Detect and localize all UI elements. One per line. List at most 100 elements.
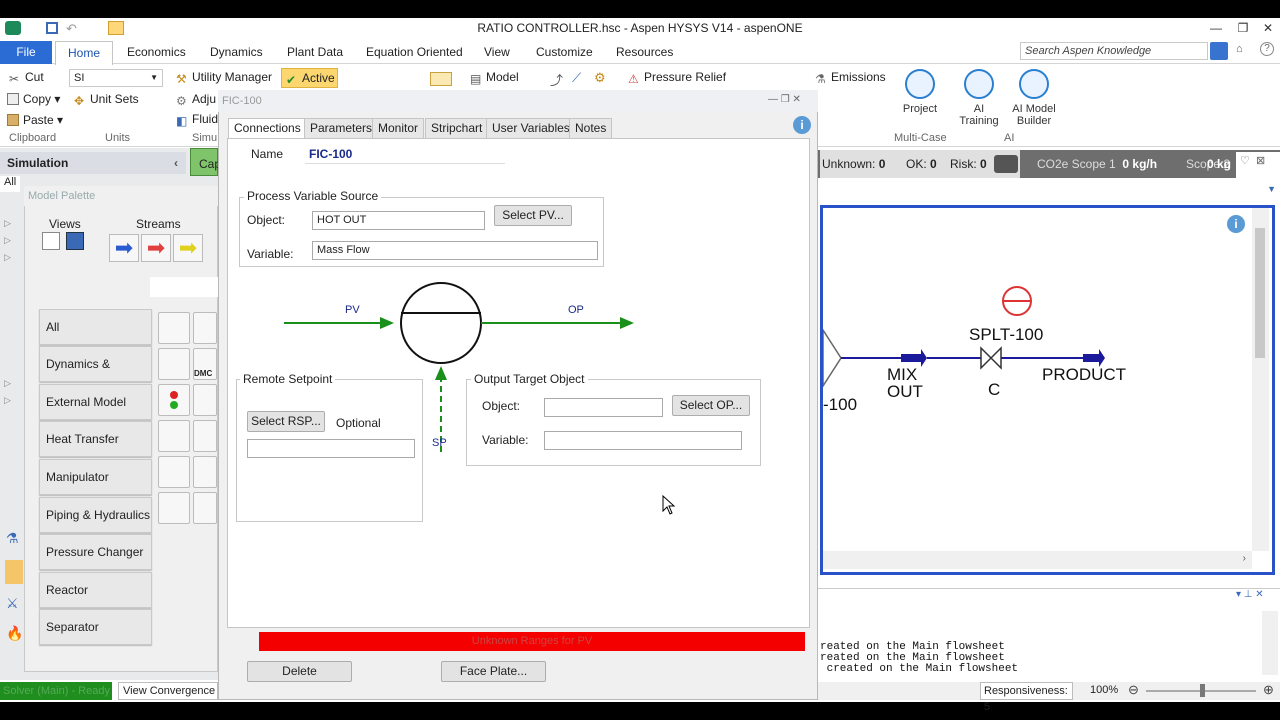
pipe-icon[interactable]	[193, 492, 217, 524]
active-mode-button[interactable]: ✔ Active	[281, 68, 338, 88]
tab-stripchart[interactable]: Stripchart	[425, 118, 489, 139]
palette-category-separator[interactable]: Separator	[39, 609, 152, 645]
material-stream-icon[interactable]: ➡	[109, 234, 139, 262]
model-button[interactable]: ▤ Model	[470, 70, 519, 86]
search-icon[interactable]	[1210, 42, 1228, 60]
search-input[interactable]: Search Aspen Knowledge	[1020, 42, 1208, 60]
fluid-button[interactable]: ◧ Fluid	[176, 112, 218, 128]
pfd-horizontal-scrollbar[interactable]: ›	[823, 551, 1252, 569]
collapse-ribbon-icon[interactable]: ⌂	[1236, 43, 1243, 55]
help-icon[interactable]: ?	[1260, 42, 1274, 56]
cooler-icon[interactable]	[193, 420, 217, 452]
palette-filter-input[interactable]	[150, 277, 218, 297]
pipe-segment-icon[interactable]	[158, 492, 190, 524]
rsp-field[interactable]	[247, 439, 415, 458]
controller-name-input[interactable]: FIC-100	[305, 144, 505, 164]
delete-button[interactable]: Delete	[247, 661, 352, 682]
signal-stream-icon[interactable]: ➡	[173, 234, 203, 262]
palette-category-manipulator[interactable]: Manipulator	[39, 459, 152, 495]
tab-economics[interactable]: Economics	[121, 41, 192, 64]
safety-icon[interactable]: ⚔	[6, 595, 19, 612]
zoom-in-icon[interactable]: ⊕	[1263, 682, 1274, 698]
controller-icon-2[interactable]	[193, 312, 217, 344]
zoom-out-icon[interactable]: ⊖	[1128, 682, 1139, 698]
heat-exchanger-icon[interactable]	[158, 420, 190, 452]
select-op-button[interactable]: Select OP...	[672, 395, 750, 416]
spreadsheet-icon[interactable]	[193, 384, 217, 416]
risk-settings-icon[interactable]	[994, 155, 1018, 173]
mixer-label[interactable]: -100	[823, 395, 857, 415]
pressure-relief-button[interactable]: ⚠ Pressure Relief	[628, 70, 726, 86]
tab-connections[interactable]: Connections	[228, 118, 307, 139]
palette-category-pressure-changer[interactable]: Pressure Changer	[39, 534, 152, 570]
tree-expanders[interactable]: ▷ ▷ ▷	[4, 215, 11, 266]
unit-set-select[interactable]: SI ▼	[69, 69, 163, 87]
balance-icon[interactable]	[193, 456, 217, 488]
cut-button[interactable]: ✂ Cut	[9, 70, 44, 86]
face-plate-button[interactable]: Face Plate...	[441, 661, 546, 682]
tab-resources[interactable]: Resources	[610, 41, 679, 64]
energy-icon[interactable]: 🔥	[6, 625, 23, 642]
pfd-vertical-scrollbar[interactable]	[1252, 208, 1269, 551]
ai-training-button[interactable]: AI Training	[955, 69, 1003, 127]
unit-sets-button[interactable]: ✥ Unit Sets	[74, 92, 139, 108]
dialog-title-bar[interactable]: FIC-100	[218, 90, 818, 112]
tab-equation-oriented[interactable]: Equation Oriented	[360, 41, 469, 64]
dialog-window-controls[interactable]: — ❐ ✕	[768, 94, 801, 105]
splitter-label[interactable]: SPLT-100	[969, 325, 1043, 345]
paste-button[interactable]: Paste ▾	[7, 113, 63, 127]
tab-monitor[interactable]: Monitor	[372, 118, 425, 139]
cap-tab[interactable]: Cap	[190, 148, 221, 176]
tab-parameters[interactable]: Parameters	[304, 118, 379, 139]
pv-variable-field[interactable]: Mass Flow	[312, 241, 598, 260]
minimize-icon[interactable]: —	[1206, 20, 1226, 36]
chart-icon[interactable]: ⤴	[550, 70, 563, 89]
copy-button[interactable]: Copy ▾	[7, 92, 60, 106]
zoom-slider[interactable]	[1146, 684, 1256, 697]
energy-stream-icon[interactable]: ➡	[141, 234, 171, 262]
tab-notes[interactable]: Notes	[569, 118, 613, 139]
flowsheet-canvas[interactable]: SPLT-100 MIX OUT C PRODUCT -100 i ›	[820, 205, 1275, 575]
valve-label[interactable]: C	[988, 380, 1000, 400]
view-convergence-button[interactable]: View Convergence	[118, 682, 218, 700]
palette-category-all[interactable]: All	[39, 309, 152, 345]
flowsheet-icon[interactable]	[5, 560, 23, 584]
tab-home[interactable]: Home	[55, 41, 113, 65]
palette-category-heat-transfer[interactable]: Heat Transfer	[39, 421, 152, 457]
mix-out-label[interactable]: MIX OUT	[887, 366, 923, 400]
tree-expanders-lower[interactable]: ▷ ▷	[4, 375, 11, 409]
tab-dynamics[interactable]: Dynamics	[204, 41, 269, 64]
grid-view-icon[interactable]	[66, 232, 84, 250]
message-panel-controls[interactable]: ▾ ⊥ ✕	[1236, 589, 1264, 600]
adjust-button[interactable]: ⚙ Adju	[176, 92, 216, 108]
op-object-field[interactable]	[544, 398, 663, 417]
tools-icon[interactable]: ⚙	[594, 70, 606, 86]
maximize-icon[interactable]: ❐	[1233, 20, 1253, 36]
select-pv-button[interactable]: Select PV...	[494, 205, 572, 226]
simulation-header[interactable]: Simulation ‹	[0, 152, 186, 174]
palette-category-reactor[interactable]: Reactor	[39, 572, 152, 608]
workbook-icon[interactable]	[430, 72, 452, 86]
message-scrollbar[interactable]	[1262, 611, 1278, 675]
pid-controller-icon[interactable]	[158, 348, 190, 380]
product-label[interactable]: PRODUCT	[1042, 365, 1126, 385]
list-view-icon[interactable]	[42, 232, 60, 250]
pfd-info-icon[interactable]: i	[1227, 215, 1245, 233]
tab-user-variables[interactable]: User Variables	[486, 118, 576, 139]
utility-manager-button[interactable]: ⚒ Utility Manager	[176, 70, 272, 86]
project-button[interactable]: Project	[898, 69, 942, 115]
traffic-light-icon[interactable]	[158, 384, 190, 416]
flask-icon[interactable]: ⚗	[6, 530, 19, 547]
file-menu-button[interactable]: File	[0, 41, 52, 64]
dialog-info-icon[interactable]: i	[793, 116, 811, 134]
close-icon[interactable]: ✕	[1258, 20, 1278, 36]
all-filter-select[interactable]: All	[0, 176, 20, 192]
controller-icon[interactable]	[158, 312, 190, 344]
palette-category-piping-hydraulics[interactable]: Piping & Hydraulics	[39, 497, 152, 533]
select-rsp-button[interactable]: Select RSP...	[247, 411, 325, 432]
tab-plant-data[interactable]: Plant Data	[281, 41, 349, 64]
plot-icon[interactable]: ⟋	[572, 70, 581, 86]
tab-customize[interactable]: Customize	[530, 41, 599, 64]
op-variable-field[interactable]	[544, 431, 742, 450]
palette-category-external-model[interactable]: External Model	[39, 384, 152, 420]
